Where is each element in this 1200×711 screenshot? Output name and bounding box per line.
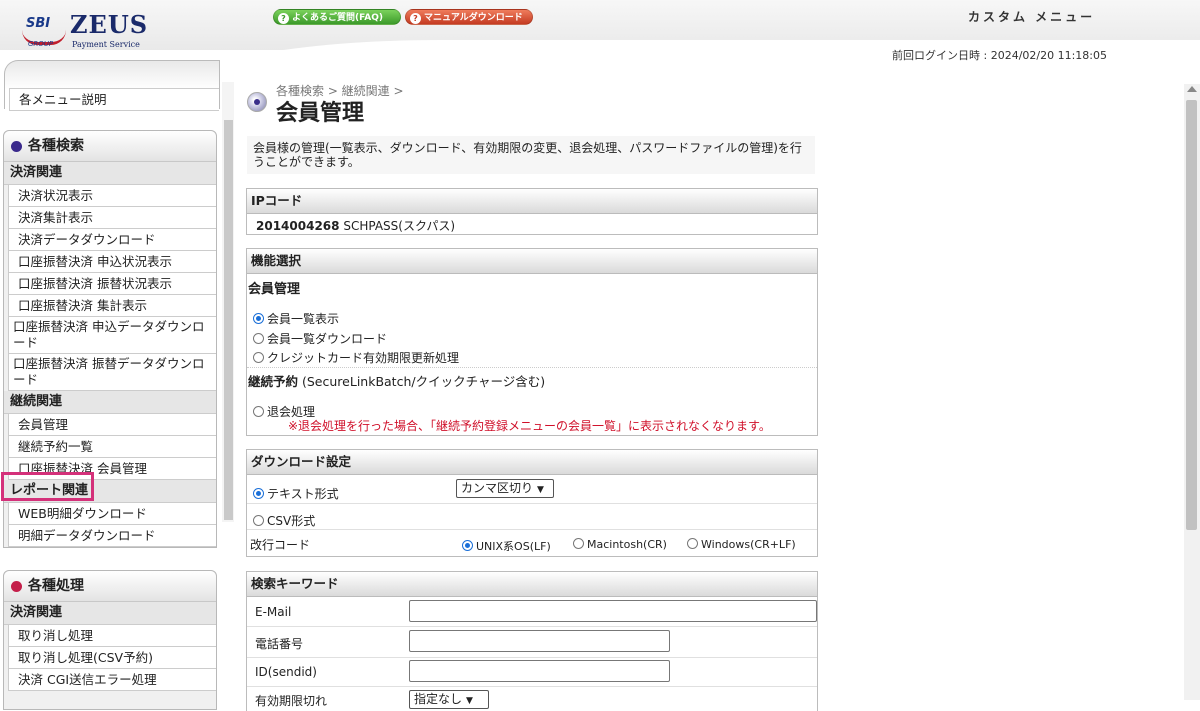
category-payment-process: 決済関連 bbox=[4, 602, 216, 625]
custom-menu-link[interactable]: カスタム メニュー bbox=[968, 8, 1095, 25]
search-keyword-panel: 検索キーワード E-Mail 電話番号 ID(sendid) 有効期限切れ 指定… bbox=[246, 571, 818, 711]
option-text-format[interactable]: テキスト形式 bbox=[253, 485, 339, 502]
scroll-up-arrow-icon[interactable] bbox=[1187, 86, 1197, 92]
sidebar-item-transfer-status[interactable]: 口座振替決済 振替状況表示 bbox=[8, 273, 216, 295]
function-select-panel: 機能選択 会員管理 会員一覧表示 会員一覧ダウンロード クレジットカード有効期限… bbox=[246, 248, 818, 436]
function-select-title: 機能選択 bbox=[247, 249, 817, 274]
sidebar-item-transfer-application-download[interactable]: 口座振替決済 申込データダウンロード bbox=[8, 317, 216, 354]
page-description: 会員様の管理(一覧表示、ダウンロード、有効期限の変更、退会処理、パスワードファイ… bbox=[247, 136, 815, 174]
sidebar-item-cancel[interactable]: 取り消し処理 bbox=[8, 625, 216, 647]
email-field[interactable] bbox=[409, 600, 817, 622]
radio-newline-crlf[interactable] bbox=[687, 538, 698, 549]
sidebar-item-menu-help[interactable]: 各メニュー説明 bbox=[9, 88, 219, 111]
radio-newline-lf[interactable] bbox=[462, 540, 473, 551]
delimiter-select[interactable]: カンマ区切り ▼ bbox=[456, 479, 554, 498]
sidebar-item-transfer-summary[interactable]: 口座振替決済 集計表示 bbox=[8, 295, 216, 317]
sidebar-item-member-management[interactable]: 会員管理 bbox=[8, 414, 216, 436]
sidebar-item-transfer-application-status[interactable]: 口座振替決済 申込状況表示 bbox=[8, 251, 216, 273]
category-continuation: 継続関連 bbox=[4, 391, 216, 414]
category-payment: 決済関連 bbox=[4, 162, 216, 185]
logo-brand-text: ZEUS bbox=[70, 10, 149, 39]
option-newline-lf[interactable]: UNIX系OS(LF) bbox=[462, 538, 551, 554]
withdraw-warning: ※退会処理を行った場合、「継続予約登録メニューの会員一覧」に表示されなくなります… bbox=[288, 419, 771, 433]
sidebar-scrollbar-thumb[interactable] bbox=[224, 120, 233, 520]
continuation-note: (SecureLinkBatch/クイックチャージ含む) bbox=[302, 374, 546, 389]
option-card-expiry-update[interactable]: クレジットカード有効期限更新処理 bbox=[253, 349, 459, 366]
faq-button[interactable]: ? よくあるご質問(FAQ) bbox=[273, 9, 401, 25]
continuation-heading: 継続予約 bbox=[248, 374, 299, 389]
expiry-label: 有効期限切れ bbox=[255, 694, 328, 708]
radio-member-download[interactable] bbox=[253, 333, 264, 344]
page-scrollbar-thumb[interactable] bbox=[1186, 100, 1197, 530]
radio-withdraw[interactable] bbox=[253, 406, 264, 417]
option-csv-format[interactable]: CSV形式 bbox=[253, 512, 315, 529]
ip-code-title: IPコード bbox=[247, 189, 817, 214]
sidebar-item-web-statement-download[interactable]: WEB明細ダウンロード bbox=[8, 503, 216, 525]
phone-field[interactable] bbox=[409, 630, 670, 652]
ip-code-panel: IPコード 2014004268 SCHPASS(スクパス) bbox=[246, 188, 818, 235]
sidebar-item-cancel-csv[interactable]: 取り消し処理(CSV予約) bbox=[8, 647, 216, 669]
chevron-down-icon: ▼ bbox=[466, 696, 473, 706]
radio-member-list[interactable] bbox=[253, 313, 264, 324]
ip-code-value: 2014004268 bbox=[256, 219, 340, 233]
bullet-icon bbox=[11, 581, 22, 592]
sidebar-item-cgi-error[interactable]: 決済 CGI送信エラー処理 bbox=[8, 669, 216, 691]
question-icon: ? bbox=[410, 13, 421, 24]
sidebar-item-payment-summary[interactable]: 決済集計表示 bbox=[8, 207, 216, 229]
sidebar: 各メニュー説明 各種検索 決済関連 決済状況表示 決済集計表示 決済データダウン… bbox=[0, 60, 236, 710]
zeus-logo[interactable]: SBI GROUP ZEUS Payment Service bbox=[22, 10, 147, 52]
question-icon: ? bbox=[278, 13, 289, 24]
ip-code-name: SCHPASS(スクパス) bbox=[343, 219, 456, 233]
newline-label: 改行コード bbox=[250, 538, 311, 552]
process-section: 各種処理 決済関連 取り消し処理 取り消し処理(CSV予約) 決済 CGI送信エ… bbox=[3, 570, 217, 710]
option-newline-cr[interactable]: Macintosh(CR) bbox=[573, 538, 667, 551]
search-keyword-title: 検索キーワード bbox=[247, 572, 817, 597]
sidebar-item-payment-download[interactable]: 決済データダウンロード bbox=[8, 229, 216, 251]
last-login-text: 前回ログイン日時 : 2024/02/20 11:18:05 bbox=[892, 49, 1107, 62]
process-section-title: 各種処理 bbox=[4, 571, 216, 602]
phone-label: 電話番号 bbox=[255, 637, 304, 651]
id-label: ID(sendid) bbox=[255, 665, 317, 679]
sidebar-item-transfer-data-download[interactable]: 口座振替決済 振替データダウンロード bbox=[8, 354, 216, 391]
sidebar-item-payment-status[interactable]: 決済状況表示 bbox=[8, 185, 216, 207]
logo-tagline: Payment Service bbox=[72, 40, 140, 49]
email-label: E-Mail bbox=[255, 605, 292, 619]
member-management-heading: 会員管理 bbox=[248, 282, 301, 297]
radio-card-expiry-update[interactable] bbox=[253, 352, 264, 363]
option-member-list[interactable]: 会員一覧表示 bbox=[253, 310, 339, 327]
sidebar-item-continuation-list[interactable]: 継続予約一覧 bbox=[8, 436, 216, 458]
search-section-title: 各種検索 bbox=[4, 131, 216, 162]
radio-csv-format[interactable] bbox=[253, 515, 264, 526]
manual-download-button[interactable]: ? マニュアルダウンロード bbox=[405, 9, 533, 25]
download-settings-title: ダウンロード設定 bbox=[247, 450, 817, 475]
download-settings-panel: ダウンロード設定 テキスト形式 カンマ区切り ▼ CSV形式 改行コード UNIX… bbox=[246, 449, 818, 557]
logo-group-text: GROUP bbox=[28, 40, 54, 48]
radio-newline-cr[interactable] bbox=[573, 538, 584, 549]
title-bullet-icon bbox=[247, 92, 267, 112]
bullet-icon bbox=[11, 141, 22, 152]
logo-sbi-text: SBI bbox=[26, 16, 51, 31]
chevron-down-icon: ▼ bbox=[537, 485, 544, 495]
sendid-field[interactable] bbox=[409, 660, 670, 682]
option-member-download[interactable]: 会員一覧ダウンロード bbox=[253, 330, 387, 347]
sidebar-item-statement-data-download[interactable]: 明細データダウンロード bbox=[8, 525, 216, 547]
page-title: 会員管理 bbox=[276, 101, 365, 126]
option-newline-crlf[interactable]: Windows(CR+LF) bbox=[687, 538, 796, 551]
radio-text-format[interactable] bbox=[253, 488, 264, 499]
selection-highlight bbox=[1, 472, 94, 501]
